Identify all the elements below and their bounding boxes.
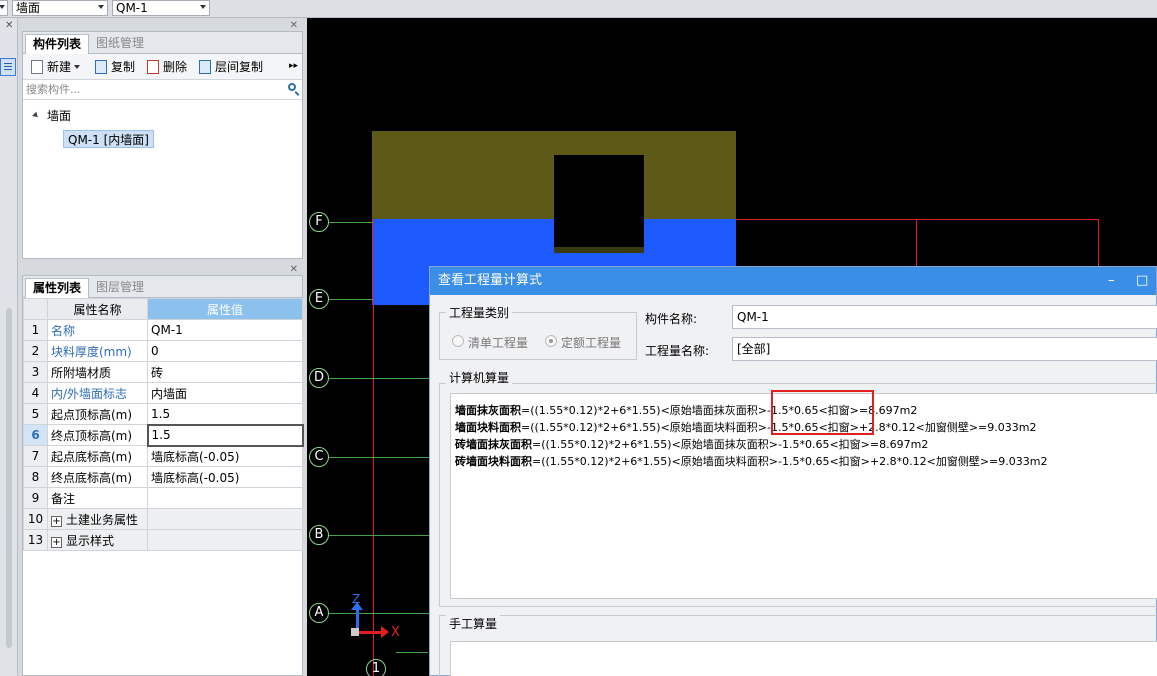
more-icon[interactable]: ▸▸: [289, 61, 298, 71]
component-toolbar: 新建 复制 删除 层间复制 ▸▸: [23, 54, 302, 80]
table-row-group[interactable]: 10 + 土建业务属性: [23, 508, 303, 530]
axis-label-e: E: [309, 289, 329, 309]
left-tool-strip: ✕: [0, 18, 18, 676]
top-toolbar: 墙面 QM-1: [0, 0, 1157, 18]
table-row[interactable]: 9 备注: [23, 487, 303, 509]
copy-icon: [95, 60, 107, 74]
property-list-panel: ✕ 属性列表 图层管理 属性名称 属性值 1 名称 QM-1 2 块料厚度(mm…: [22, 264, 304, 676]
manual-quantity-area[interactable]: [450, 641, 1157, 676]
dialog-title: 查看工程量计算式: [438, 273, 543, 288]
close-icon[interactable]: ✕: [290, 264, 298, 275]
tab-component-list[interactable]: 构件列表: [25, 34, 90, 54]
minimize-button[interactable]: –: [1108, 267, 1115, 295]
element-type-value: 墙面: [16, 1, 41, 15]
header-property-value: 属性值: [147, 298, 303, 320]
axis-label-d: D: [309, 368, 329, 388]
table-row[interactable]: 8 终点底标高(m) 墙底标高(-0.05): [23, 466, 303, 488]
table-row[interactable]: 5 起点顶标高(m) 1.5: [23, 403, 303, 425]
component-tree: 墙面 QM-1 [内墙面]: [23, 100, 302, 260]
manual-quantity-legend: 手工算量: [446, 615, 501, 632]
highlight-annotation-box: [771, 390, 874, 435]
search-input[interactable]: [23, 80, 302, 99]
chevron-down-icon: [98, 5, 104, 9]
radio-list-quantity[interactable]: 清单工程量: [452, 334, 528, 351]
table-row[interactable]: 4 内/外墙面标志 内墙面: [23, 382, 303, 404]
table-row-selected[interactable]: 6 终点顶标高(m) 1.5: [23, 423, 304, 447]
formula-line: 砖墙面抹灰面积=((1.55*0.12)*2+6*1.55)<原始墙面抹灰面积>…: [455, 438, 929, 451]
component-combo[interactable]: QM-1: [112, 0, 210, 16]
formula-line: 砖墙面块料面积=((1.55*0.12)*2+6*1.55)<原始墙面块料面积>…: [455, 455, 1048, 468]
tab-property-list[interactable]: 属性列表: [25, 278, 90, 298]
computer-quantity-legend: 计算机算量: [446, 369, 513, 386]
expand-plus-icon[interactable]: +: [51, 515, 62, 527]
header-property-name: 属性名称: [47, 298, 148, 320]
axis-label-f: F: [309, 212, 329, 232]
chevron-down-icon: [74, 65, 81, 69]
property-panel-tabs: 属性列表 图层管理: [23, 276, 302, 298]
quantity-name-label: 工程量名称:: [645, 344, 710, 358]
element-type-combo[interactable]: 墙面: [12, 0, 108, 16]
dialog-titlebar[interactable]: 查看工程量计算式 – □: [430, 267, 1156, 295]
component-search: [23, 80, 302, 100]
axis-label-1: 1: [366, 659, 386, 676]
table-row-group[interactable]: 13 + 显示样式: [23, 529, 303, 551]
left-combo-stub[interactable]: [0, 0, 8, 16]
table-row[interactable]: 3 所附墙材质 砖: [23, 361, 303, 383]
tree-item-qm1[interactable]: QM-1 [内墙面]: [63, 130, 154, 148]
close-icon[interactable]: ✕: [290, 20, 298, 31]
window-opening: [554, 155, 644, 247]
maximize-button[interactable]: □: [1136, 267, 1148, 295]
end-top-elevation-input[interactable]: 1.5: [146, 423, 304, 447]
table-row[interactable]: 7 起点底标高(m) 墙底标高(-0.05): [23, 445, 303, 467]
list-tool-icon[interactable]: [0, 58, 16, 76]
category-legend: 工程量类别: [446, 304, 513, 321]
quantity-formula-dialog: 查看工程量计算式 – □ 工程量类别 清单工程量 定额工程量 构件名称: QM-…: [429, 266, 1157, 676]
floor-copy-button[interactable]: 层间复制: [197, 60, 263, 74]
property-table: 属性名称 属性值 1 名称 QM-1 2 块料厚度(mm) 0 3 所附墙材质 …: [23, 298, 304, 551]
axis-label-b: B: [309, 525, 329, 545]
table-row[interactable]: 2 块料厚度(mm) 0: [23, 340, 303, 362]
component-value: QM-1: [116, 1, 148, 15]
axis-label-c: C: [309, 447, 329, 467]
floor-copy-icon: [199, 60, 211, 74]
component-name-label: 构件名称:: [645, 312, 698, 326]
expand-plus-icon[interactable]: +: [51, 536, 62, 548]
tab-layer-management[interactable]: 图层管理: [89, 278, 151, 298]
delete-button[interactable]: 删除: [145, 60, 187, 74]
expand-icon[interactable]: [32, 111, 40, 120]
close-icon[interactable]: ✕: [5, 20, 13, 31]
tree-root-wall-surface[interactable]: 墙面: [47, 107, 71, 124]
copy-button[interactable]: 复制: [93, 60, 135, 74]
x-axis-icon: [359, 631, 383, 634]
component-list-panel: ✕ 构件列表 图纸管理 新建 复制 删除 层间复制 ▸▸ 墙面 QM-1 [内墙…: [22, 20, 303, 260]
tab-drawing-management[interactable]: 图纸管理: [89, 34, 151, 54]
table-row[interactable]: 1 名称 QM-1: [23, 319, 303, 341]
delete-icon: [147, 60, 159, 74]
left-scrollbar[interactable]: [6, 308, 12, 648]
header-num: [23, 298, 48, 320]
chevron-down-icon: [200, 5, 206, 9]
component-name-field[interactable]: QM-1: [732, 305, 1157, 329]
new-button[interactable]: 新建: [29, 60, 81, 74]
axis-label-a: A: [309, 603, 329, 623]
radio-quota-quantity[interactable]: 定额工程量: [545, 334, 621, 351]
new-file-icon: [31, 60, 43, 74]
formula-line: 墙面块料面积=((1.55*0.12)*2+6*1.55)<原始墙面块料面积>-…: [455, 421, 1037, 434]
z-axis-label: Z: [352, 592, 361, 606]
search-icon[interactable]: [288, 83, 296, 91]
quantity-name-field[interactable]: [全部]: [732, 337, 1157, 361]
component-panel-tabs: 构件列表 图纸管理: [23, 32, 302, 54]
x-axis-label: X: [391, 625, 400, 640]
